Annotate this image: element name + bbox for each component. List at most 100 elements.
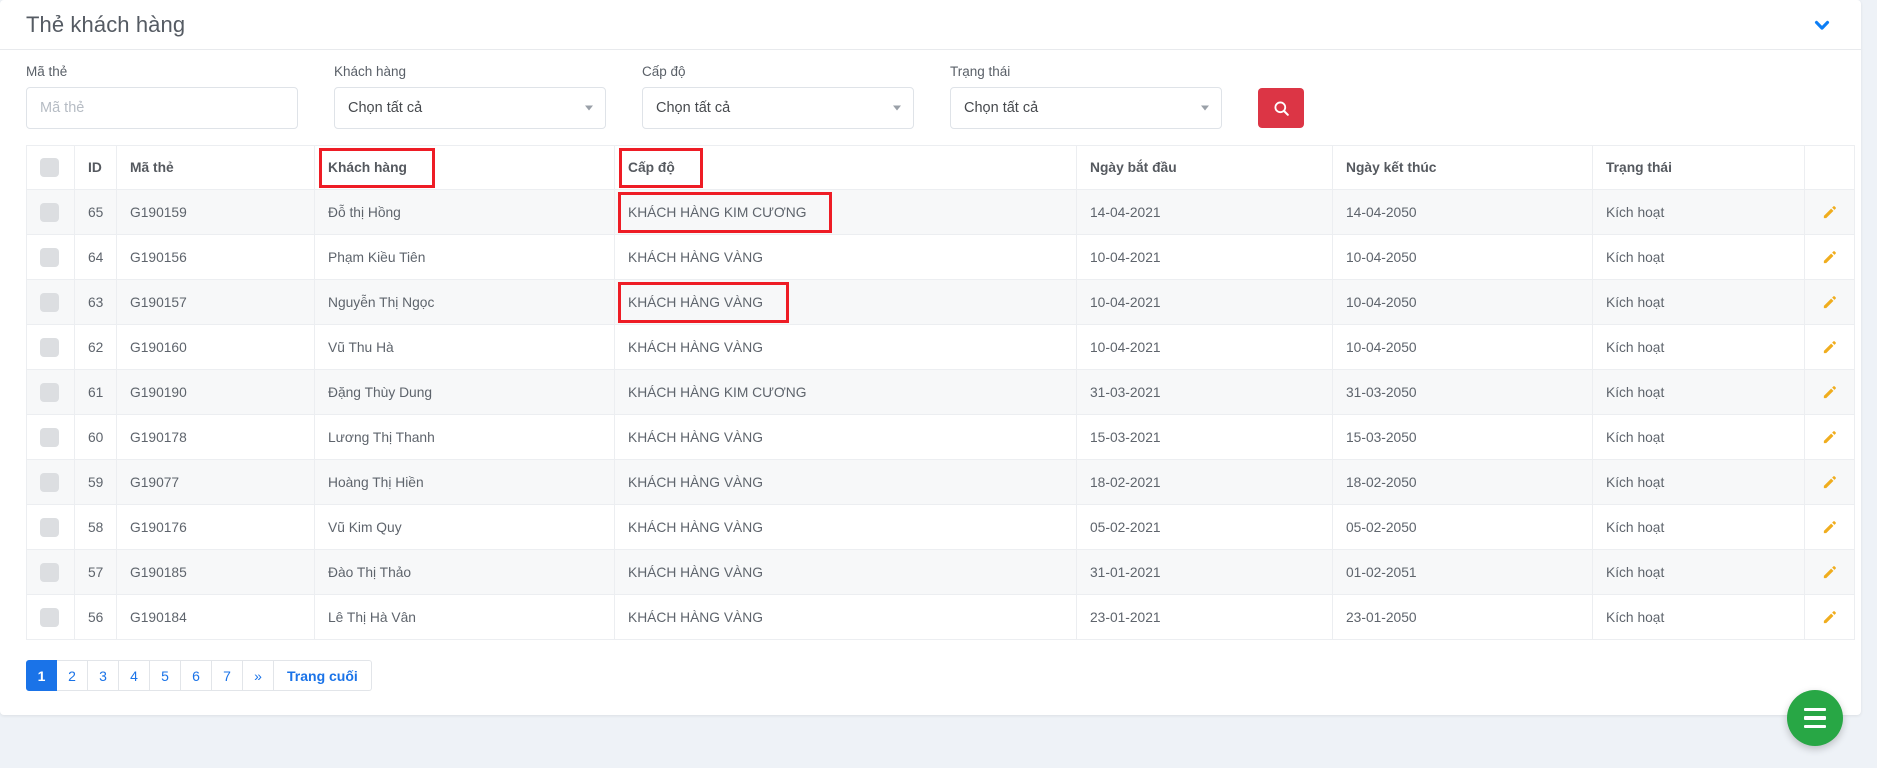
cell-id: 56 <box>74 594 117 641</box>
col-customer[interactable]: Khách hàng <box>314 145 615 191</box>
table-row[interactable]: 65 G190159 Đỗ thị Hồng KHÁCH HÀNG KIM CƯ… <box>26 189 1855 236</box>
row-checkbox[interactable] <box>40 202 59 222</box>
cell-action[interactable] <box>1804 234 1855 281</box>
hamburger-bar <box>1804 707 1826 712</box>
cell-level-text: KHÁCH HÀNG KIM CƯƠNG <box>617 191 834 234</box>
cell-end: 23-01-2050 <box>1332 594 1593 641</box>
table-row[interactable]: 63 G190157 Nguyễn Thị Ngọc KHÁCH HÀNG VÀ… <box>26 279 1855 326</box>
cell-level: KHÁCH HÀNG VÀNG <box>614 594 1077 641</box>
cell-action[interactable] <box>1804 594 1855 641</box>
pencil-edit-icon[interactable] <box>1818 610 1841 625</box>
row-select-cell[interactable] <box>26 459 75 506</box>
row-checkbox[interactable] <box>40 337 59 357</box>
page-3-button[interactable]: 3 <box>88 660 119 692</box>
col-select-all[interactable] <box>26 145 75 191</box>
chevron-down-icon[interactable] <box>1805 8 1839 42</box>
cell-customer: Đào Thị Thảo <box>314 549 615 596</box>
col-status[interactable]: Trạng thái <box>1592 145 1805 191</box>
pencil-edit-icon[interactable] <box>1818 340 1841 355</box>
page-2-button[interactable]: 2 <box>57 660 88 692</box>
table-row[interactable]: 61 G190190 Đặng Thùy Dung KHÁCH HÀNG KIM… <box>26 369 1855 416</box>
last-page-button[interactable]: Trang cuối <box>274 660 372 692</box>
page-6-button[interactable]: 6 <box>181 660 212 692</box>
row-checkbox[interactable] <box>40 427 59 447</box>
cell-action[interactable] <box>1804 549 1855 596</box>
status-select[interactable]: Chọn tất cả <box>950 87 1222 130</box>
pencil-edit-icon[interactable] <box>1818 475 1841 490</box>
col-id[interactable]: ID <box>74 145 117 191</box>
cell-start: 10-04-2021 <box>1076 324 1333 371</box>
row-checkbox[interactable] <box>40 382 59 402</box>
table-row[interactable]: 62 G190160 Vũ Thu Hà KHÁCH HÀNG VÀNG 10-… <box>26 324 1855 371</box>
row-select-cell[interactable] <box>26 324 75 371</box>
level-select[interactable]: Chọn tất cả <box>642 87 914 130</box>
row-select-cell[interactable] <box>26 414 75 461</box>
table-row[interactable]: 58 G190176 Vũ Kim Quy KHÁCH HÀNG VÀNG 05… <box>26 504 1855 551</box>
cell-action[interactable] <box>1804 189 1855 236</box>
cell-status: Kích hoạt <box>1592 279 1805 326</box>
next-page-button[interactable]: » <box>243 660 274 692</box>
row-select-cell[interactable] <box>26 504 75 551</box>
select-all-checkbox[interactable] <box>40 158 59 178</box>
cell-end: 01-02-2051 <box>1332 549 1593 596</box>
pencil-edit-icon[interactable] <box>1818 250 1841 265</box>
pencil-edit-icon[interactable] <box>1818 295 1841 310</box>
cell-level: KHÁCH HÀNG VÀNG <box>614 504 1077 551</box>
pencil-edit-icon[interactable] <box>1818 520 1841 535</box>
page-1-button[interactable]: 1 <box>26 660 57 692</box>
pencil-edit-icon[interactable] <box>1818 565 1841 580</box>
col-level-label: Cấp độ <box>619 148 703 188</box>
cell-action[interactable] <box>1804 414 1855 461</box>
search-icon <box>1273 101 1289 116</box>
col-end-date[interactable]: Ngày kết thúc <box>1332 145 1593 191</box>
row-checkbox[interactable] <box>40 517 59 537</box>
cell-start: 14-04-2021 <box>1076 189 1333 236</box>
table-row[interactable]: 56 G190184 Lê Thị Hà Vân KHÁCH HÀNG VÀNG… <box>26 594 1855 641</box>
col-code[interactable]: Mã thẻ <box>116 145 315 191</box>
row-checkbox[interactable] <box>40 607 59 627</box>
cell-end: 15-03-2050 <box>1332 414 1593 461</box>
pencil-edit-icon[interactable] <box>1818 385 1841 400</box>
page-7-button[interactable]: 7 <box>212 660 243 692</box>
row-select-cell[interactable] <box>26 279 75 326</box>
col-start-date[interactable]: Ngày bắt đầu <box>1076 145 1333 191</box>
filter-card-code: Mã thẻ <box>26 64 298 130</box>
cell-start: 31-01-2021 <box>1076 549 1333 596</box>
pencil-edit-icon[interactable] <box>1818 430 1841 445</box>
cell-action[interactable] <box>1804 279 1855 326</box>
row-select-cell[interactable] <box>26 594 75 641</box>
search-button[interactable] <box>1258 88 1304 129</box>
floating-action-button[interactable] <box>1787 690 1843 746</box>
table-row[interactable]: 64 G190156 Phạm Kiều Tiên KHÁCH HÀNG VÀN… <box>26 234 1855 281</box>
row-select-cell[interactable] <box>26 234 75 281</box>
row-checkbox[interactable] <box>40 472 59 492</box>
row-select-cell[interactable] <box>26 549 75 596</box>
page-title: Thẻ khách hàng <box>26 11 186 37</box>
table-row[interactable]: 60 G190178 Lương Thị Thanh KHÁCH HÀNG VÀ… <box>26 414 1855 461</box>
page-4-button[interactable]: 4 <box>119 660 150 692</box>
row-checkbox[interactable] <box>40 247 59 267</box>
cell-code: G190159 <box>116 189 315 236</box>
filter-customer: Khách hàng Chọn tất cả <box>334 64 606 130</box>
row-checkbox[interactable] <box>40 292 59 312</box>
table-row[interactable]: 59 G19077 Hoàng Thị Hiền KHÁCH HÀNG VÀNG… <box>26 459 1855 506</box>
pencil-edit-icon[interactable] <box>1818 205 1841 220</box>
table-row[interactable]: 57 G190185 Đào Thị Thảo KHÁCH HÀNG VÀNG … <box>26 549 1855 596</box>
col-level[interactable]: Cấp độ <box>614 145 1077 191</box>
cell-action[interactable] <box>1804 324 1855 371</box>
row-select-cell[interactable] <box>26 369 75 416</box>
chevron-down-icon <box>585 105 593 111</box>
cell-id: 62 <box>74 324 117 371</box>
row-checkbox[interactable] <box>40 562 59 582</box>
cell-action[interactable] <box>1804 504 1855 551</box>
cell-customer: Nguyễn Thị Ngọc <box>314 279 615 326</box>
page-5-button[interactable]: 5 <box>150 660 181 692</box>
cell-id: 64 <box>74 234 117 281</box>
cell-customer: Lê Thị Hà Vân <box>314 594 615 641</box>
customer-select[interactable]: Chọn tất cả <box>334 87 606 130</box>
card-code-input[interactable] <box>26 87 298 130</box>
cell-action[interactable] <box>1804 369 1855 416</box>
row-select-cell[interactable] <box>26 189 75 236</box>
cell-action[interactable] <box>1804 459 1855 506</box>
cell-status: Kích hoạt <box>1592 459 1805 506</box>
